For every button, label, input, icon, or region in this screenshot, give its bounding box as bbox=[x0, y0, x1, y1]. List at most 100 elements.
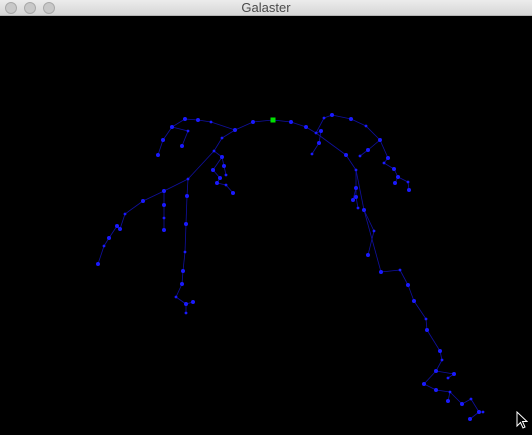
graph-node[interactable] bbox=[392, 167, 396, 171]
graph-node[interactable] bbox=[446, 399, 450, 403]
graph-node[interactable] bbox=[218, 176, 222, 180]
graph-node[interactable] bbox=[184, 311, 188, 315]
graph-node[interactable] bbox=[425, 328, 429, 332]
graph-edge bbox=[449, 391, 463, 405]
graph-node[interactable] bbox=[183, 250, 187, 254]
graph-node[interactable] bbox=[184, 222, 188, 226]
graph-node[interactable] bbox=[351, 198, 355, 202]
graph-node[interactable] bbox=[354, 168, 358, 172]
graph-node[interactable] bbox=[174, 295, 178, 299]
graph-node[interactable] bbox=[220, 136, 224, 140]
graph-node[interactable] bbox=[183, 117, 187, 121]
graph-node[interactable] bbox=[222, 164, 226, 168]
graph-node[interactable] bbox=[184, 302, 188, 306]
graph-node[interactable] bbox=[211, 168, 215, 172]
graph-node[interactable] bbox=[356, 206, 360, 210]
graph-node[interactable] bbox=[422, 382, 426, 386]
graph-node[interactable] bbox=[162, 189, 166, 193]
graph-node[interactable] bbox=[289, 120, 293, 124]
graph-node[interactable] bbox=[448, 390, 452, 394]
graph-node[interactable] bbox=[468, 417, 472, 421]
graph-node[interactable] bbox=[162, 203, 166, 207]
graph-node[interactable] bbox=[424, 317, 428, 321]
graph-node[interactable] bbox=[319, 129, 323, 133]
graph-node[interactable] bbox=[231, 191, 235, 195]
graph-node[interactable] bbox=[162, 216, 166, 220]
graph-node[interactable] bbox=[107, 236, 111, 240]
graph-node[interactable] bbox=[477, 410, 481, 414]
graph-node[interactable] bbox=[317, 141, 321, 145]
graph-node[interactable] bbox=[366, 148, 370, 152]
graph-node[interactable] bbox=[186, 177, 190, 181]
graph-node[interactable] bbox=[393, 181, 397, 185]
graph-node[interactable] bbox=[406, 180, 410, 184]
graph-node[interactable] bbox=[382, 161, 386, 165]
graph-node[interactable] bbox=[304, 125, 308, 129]
title-bar[interactable]: Galaster bbox=[0, 0, 532, 16]
graph-node[interactable] bbox=[344, 153, 348, 157]
graph-edge bbox=[184, 223, 187, 253]
graph-node[interactable] bbox=[233, 128, 237, 132]
graph-node[interactable] bbox=[215, 181, 219, 185]
graph-node[interactable] bbox=[170, 125, 174, 129]
graph-canvas[interactable] bbox=[0, 16, 532, 430]
graph-node[interactable] bbox=[378, 138, 382, 142]
graph-node[interactable] bbox=[372, 229, 376, 233]
graph-node[interactable] bbox=[185, 194, 189, 198]
graph-node[interactable] bbox=[406, 283, 410, 287]
graph-node[interactable] bbox=[310, 152, 314, 156]
graph-node[interactable] bbox=[314, 131, 318, 135]
graph-node[interactable] bbox=[96, 262, 100, 266]
graph-node[interactable] bbox=[330, 113, 334, 117]
graph-node[interactable] bbox=[407, 188, 411, 192]
graph-node[interactable] bbox=[469, 397, 473, 401]
graph-node[interactable] bbox=[251, 120, 255, 124]
graph-node[interactable] bbox=[396, 175, 400, 179]
graph-node[interactable] bbox=[191, 300, 195, 304]
graph-node[interactable] bbox=[481, 410, 485, 414]
graph-node[interactable] bbox=[349, 117, 353, 121]
graph-node[interactable] bbox=[161, 138, 165, 142]
graph-edge bbox=[435, 370, 455, 375]
graph-node[interactable] bbox=[224, 183, 228, 187]
graph-node[interactable] bbox=[354, 195, 358, 199]
graph-edge bbox=[171, 118, 186, 128]
graph-node[interactable] bbox=[366, 253, 370, 257]
graph-svg[interactable] bbox=[0, 16, 532, 430]
app-window: Galaster bbox=[0, 0, 532, 430]
graph-node[interactable] bbox=[364, 124, 368, 128]
graph-node[interactable] bbox=[224, 173, 228, 177]
graph-node[interactable] bbox=[386, 156, 390, 160]
graph-node[interactable] bbox=[156, 153, 160, 157]
graph-node[interactable] bbox=[379, 270, 383, 274]
graph-node[interactable] bbox=[434, 388, 438, 392]
graph-node[interactable] bbox=[180, 282, 184, 286]
graph-node[interactable] bbox=[123, 212, 127, 216]
graph-node[interactable] bbox=[181, 269, 185, 273]
graph-node[interactable] bbox=[141, 199, 145, 203]
graph-node[interactable] bbox=[440, 358, 444, 362]
graph-node[interactable] bbox=[446, 376, 450, 380]
graph-node[interactable] bbox=[362, 208, 366, 212]
graph-node[interactable] bbox=[354, 186, 358, 190]
graph-node[interactable] bbox=[220, 155, 224, 159]
graph-node[interactable] bbox=[434, 369, 438, 373]
graph-node[interactable] bbox=[460, 402, 464, 406]
graph-node[interactable] bbox=[412, 299, 416, 303]
graph-node[interactable] bbox=[102, 244, 106, 248]
graph-edge bbox=[350, 118, 367, 127]
graph-node[interactable] bbox=[186, 129, 190, 133]
graph-node[interactable] bbox=[358, 154, 362, 158]
graph-node[interactable] bbox=[118, 227, 122, 231]
graph-node[interactable] bbox=[322, 116, 326, 120]
selected-node[interactable] bbox=[270, 117, 276, 123]
graph-node[interactable] bbox=[115, 224, 119, 228]
graph-node[interactable] bbox=[196, 118, 200, 122]
graph-node[interactable] bbox=[180, 144, 184, 148]
graph-node[interactable] bbox=[162, 228, 166, 232]
graph-node[interactable] bbox=[209, 120, 213, 124]
graph-node[interactable] bbox=[452, 372, 456, 376]
graph-node[interactable] bbox=[212, 149, 216, 153]
graph-node[interactable] bbox=[438, 349, 442, 353]
graph-node[interactable] bbox=[398, 268, 402, 272]
